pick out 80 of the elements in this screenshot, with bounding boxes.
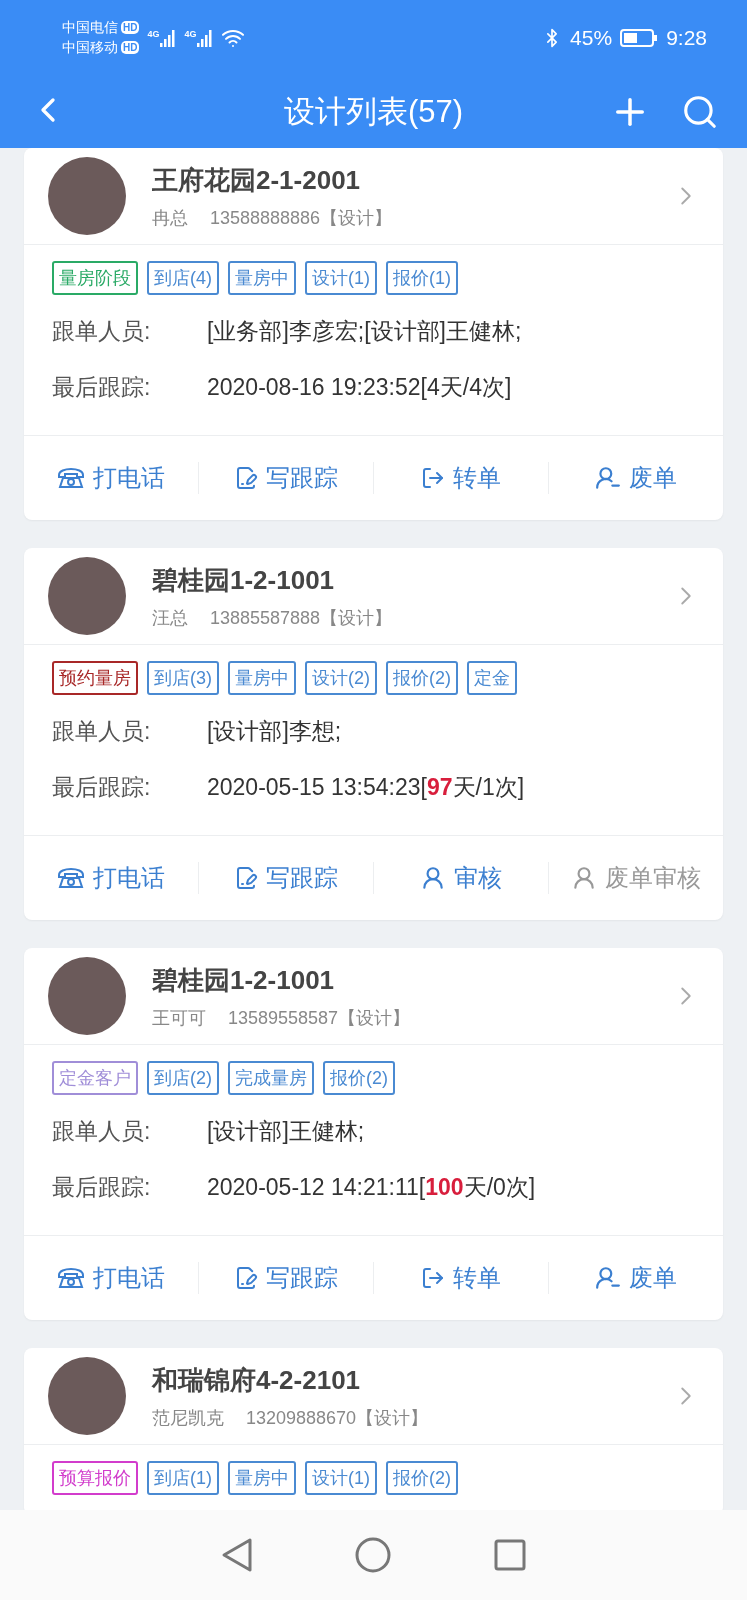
contact-name: 冉总: [152, 206, 188, 230]
status-tag: 设计(2): [305, 661, 377, 695]
action-button[interactable]: 废单: [548, 1262, 723, 1294]
home-circle-icon[interactable]: [355, 1537, 392, 1573]
contact-phone: 13885587888【设计】: [210, 606, 393, 630]
action-button[interactable]: 打电话: [24, 862, 198, 894]
contact-name: 范尼凯克: [152, 1406, 224, 1430]
field-label: 跟单人员:: [52, 316, 152, 346]
recent-square-icon[interactable]: [493, 1539, 526, 1571]
field-value: [设计部]李想;: [207, 716, 342, 746]
field-value: 2020-05-12 14:21:11[100天/0次]: [207, 1172, 536, 1202]
action-button[interactable]: 打电话: [24, 462, 198, 494]
action-button[interactable]: 写跟踪: [198, 462, 373, 494]
status-tag: 设计(1): [305, 1461, 377, 1495]
pen-document-icon: [234, 866, 258, 890]
project-title: 王府花园2-1-2001: [152, 163, 362, 197]
status-tag: 到店(1): [147, 1461, 219, 1495]
battery-percent: 45%: [570, 25, 613, 50]
signal-icon: [197, 28, 214, 47]
status-tag: 预算报价: [52, 1461, 138, 1495]
field-label: 最后跟踪:: [52, 772, 152, 802]
network-type: 4G: [184, 28, 197, 39]
pen-document-icon: [234, 466, 258, 490]
status-tag: 量房中: [228, 261, 296, 295]
battery-icon: [620, 27, 659, 48]
field-label: 最后跟踪:: [52, 1172, 152, 1202]
user-minus-icon: [595, 1265, 621, 1291]
back-triangle-icon[interactable]: [221, 1537, 254, 1573]
status-tag: 到店(2): [147, 1061, 219, 1095]
field-label: 最后跟踪:: [52, 372, 152, 402]
status-tag: 量房阶段: [52, 261, 138, 295]
status-tag: 报价(2): [386, 1461, 458, 1495]
field-value: [业务部]李彦宏;[设计部]王健林;: [207, 316, 522, 346]
status-tag: 到店(3): [147, 661, 219, 695]
field-label: 跟单人员:: [52, 1116, 152, 1146]
action-button[interactable]: 审核: [373, 862, 548, 894]
page-title: 设计列表(57): [283, 92, 464, 131]
signal-icon: [160, 28, 177, 47]
field-value: 2020-08-16 19:23:52[4天/4次]: [207, 372, 512, 402]
contact-phone: 13209888670【设计】: [246, 1406, 429, 1430]
project-title: 碧桂园1-2-1001: [152, 963, 336, 997]
field-label: 跟单人员:: [52, 716, 152, 746]
status-tag: 预约量房: [52, 661, 138, 695]
contact-phone: 13588888886【设计】: [210, 206, 393, 230]
status-tag: 到店(4): [147, 261, 219, 295]
hd-badge: HD: [121, 41, 140, 54]
field-value: 2020-05-15 13:54:23[97天/1次]: [207, 772, 525, 802]
action-button[interactable]: 废单: [548, 462, 723, 494]
field-value: [设计部]王健林;: [207, 1116, 365, 1146]
hd-badge: HD: [121, 21, 140, 34]
user-icon: [420, 865, 446, 891]
contact-name: 王可可: [152, 1006, 206, 1030]
status-tag: 报价(2): [323, 1061, 395, 1095]
phone-icon: [57, 466, 85, 490]
contact-phone: 13589558587【设计】: [228, 1006, 411, 1030]
status-tag: 报价(1): [386, 261, 458, 295]
action-button[interactable]: 写跟踪: [198, 862, 373, 894]
status-tag: 定金客户: [52, 1061, 138, 1095]
status-tag: 报价(2): [386, 661, 458, 695]
action-button[interactable]: 转单: [373, 462, 548, 494]
status-tag: 定金: [467, 661, 517, 695]
user-minus-icon: [595, 465, 621, 491]
clock: 9:28: [666, 25, 707, 50]
project-title: 碧桂园1-2-1001: [152, 563, 336, 597]
user-icon: [571, 865, 597, 891]
phone-icon: [57, 1266, 85, 1290]
action-button[interactable]: 写跟踪: [198, 1262, 373, 1294]
action-button[interactable]: 转单: [373, 1262, 548, 1294]
pen-document-icon: [234, 1266, 258, 1290]
status-tag: 量房中: [228, 661, 296, 695]
phone-icon: [57, 866, 85, 890]
contact-name: 汪总: [152, 606, 188, 630]
status-tag: 设计(1): [305, 261, 377, 295]
project-title: 和瑞锦府4-2-2101: [152, 1363, 362, 1397]
network-type: 4G: [147, 28, 160, 39]
carrier-name: 中国移动: [62, 38, 118, 57]
action-button[interactable]: 打电话: [24, 1262, 198, 1294]
status-tag: 完成量房: [228, 1061, 314, 1095]
status-tag: 量房中: [228, 1461, 296, 1495]
carrier-name: 中国电信: [62, 18, 118, 37]
